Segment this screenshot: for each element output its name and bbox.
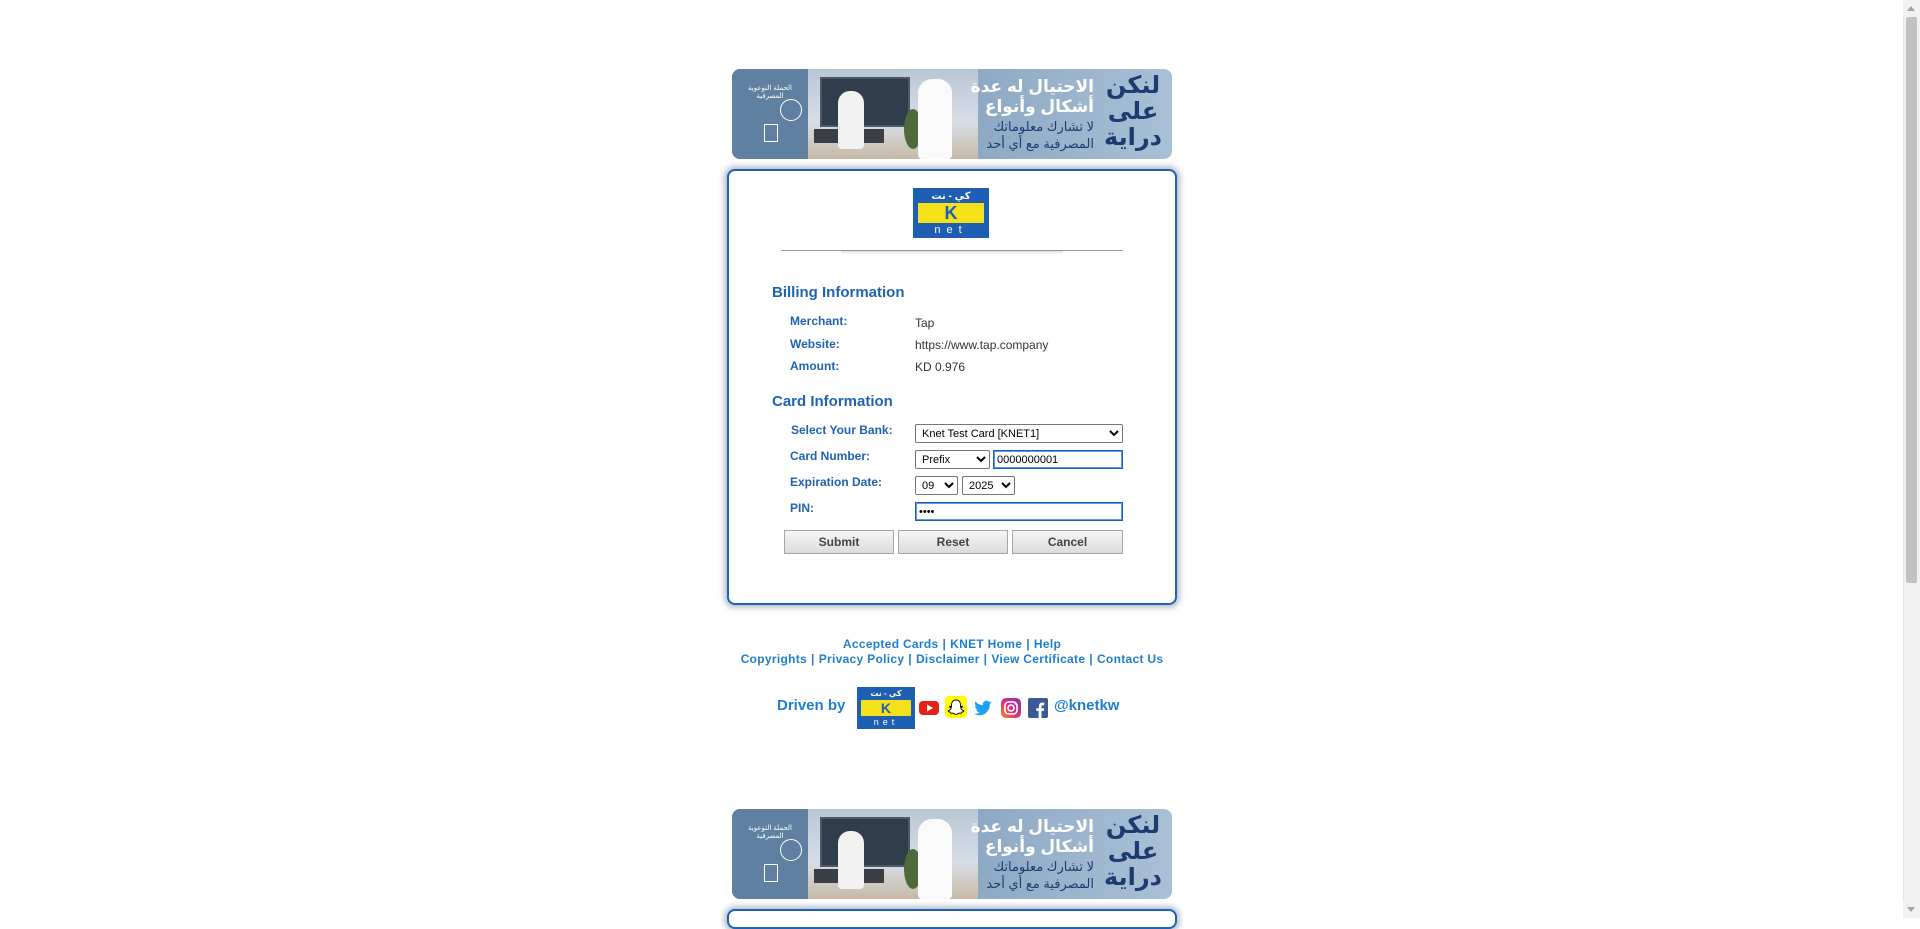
building-icon: [764, 124, 778, 142]
website-label: Website:: [790, 337, 840, 351]
expiration-month-select[interactable]: 09: [915, 476, 958, 495]
contact-us-link[interactable]: Contact Us: [1097, 652, 1163, 666]
knet-home-link[interactable]: KNET Home: [950, 637, 1022, 651]
snapchat-icon[interactable]: [945, 696, 967, 718]
instagram-icon[interactable]: [1000, 697, 1022, 719]
central-bank-seal-icon: [780, 839, 802, 861]
knetkw-handle[interactable]: @knetkw: [1054, 697, 1119, 714]
scroll-up-arrow-icon[interactable]: [1903, 0, 1920, 17]
accepted-cards-link[interactable]: Accepted Cards: [843, 637, 939, 651]
help-link[interactable]: Help: [1034, 637, 1061, 651]
card-prefix-select[interactable]: Prefix: [915, 450, 990, 469]
banner-line-3: لا تشارك معلوماتك: [993, 119, 1094, 134]
banner-slogan: لنكن على دراية: [1104, 72, 1162, 151]
footer-links-row-1: Accepted Cards | KNET Home | Help: [842, 637, 1062, 651]
card-number-input[interactable]: [993, 450, 1123, 469]
twitter-icon[interactable]: [972, 697, 994, 719]
youtube-icon[interactable]: [918, 697, 940, 719]
pin-input[interactable]: [915, 502, 1123, 521]
central-bank-seal-area: الحملة التوعوية المصرفية: [732, 69, 808, 159]
card-information-title: Card Information: [772, 393, 893, 410]
website-value: https://www.tap.company: [915, 338, 1049, 352]
driven-by-text: Driven by: [777, 697, 846, 714]
amount-label: Amount:: [790, 359, 840, 373]
card-number-label: Card Number:: [790, 449, 871, 463]
banner-line-1: الاحتيال له عدة: [970, 77, 1094, 96]
expiration-year-select[interactable]: 2025: [962, 476, 1015, 495]
header-divider: [781, 250, 1123, 254]
pin-label: PIN:: [790, 501, 814, 515]
payment-card-panel-repeat: [727, 909, 1177, 929]
bank-label: Select Your Bank:: [791, 423, 893, 437]
building-icon: [764, 864, 778, 882]
scroll-down-arrow-icon[interactable]: [1903, 901, 1920, 918]
merchant-label: Merchant:: [790, 314, 848, 328]
expiration-date-label: Expiration Date:: [790, 475, 883, 489]
disclaimer-link[interactable]: Disclaimer: [916, 652, 980, 666]
submit-button[interactable]: Submit: [784, 530, 894, 554]
banner-illustration: [808, 69, 978, 159]
reset-button[interactable]: Reset: [898, 530, 1008, 554]
knet-footer-logo[interactable]: كي - نت K net: [857, 687, 915, 729]
billing-information-title: Billing Information: [772, 284, 905, 301]
awareness-banner-bottom: الحملة التوعوية المصرفية الاحتيال له عدة…: [732, 809, 1172, 899]
knet-logo: كي - نت K net: [913, 188, 989, 238]
copyrights-link[interactable]: Copyrights: [741, 652, 807, 666]
merchant-value: Tap: [915, 316, 935, 330]
bank-select[interactable]: Knet Test Card [KNET1]: [915, 424, 1123, 443]
privacy-policy-link[interactable]: Privacy Policy: [819, 652, 905, 666]
banner-line-4: المصرفية مع أي أحد: [986, 136, 1094, 151]
scrollbar-thumb[interactable]: [1906, 17, 1917, 583]
footer-links-row-2: Copyrights | Privacy Policy | Disclaimer | Vie…: [740, 652, 1164, 666]
central-bank-seal-icon: [780, 99, 802, 121]
awareness-banner-top: الحملة التوعوية المصرفية الاحتيال له عدة…: [732, 69, 1172, 159]
view-certificate-link[interactable]: View Certificate: [991, 652, 1085, 666]
facebook-icon[interactable]: [1027, 697, 1049, 719]
amount-value: KD 0.976: [915, 360, 966, 374]
banner-line-2: أشكال وأنواع: [984, 97, 1094, 116]
cancel-button[interactable]: Cancel: [1012, 530, 1123, 554]
